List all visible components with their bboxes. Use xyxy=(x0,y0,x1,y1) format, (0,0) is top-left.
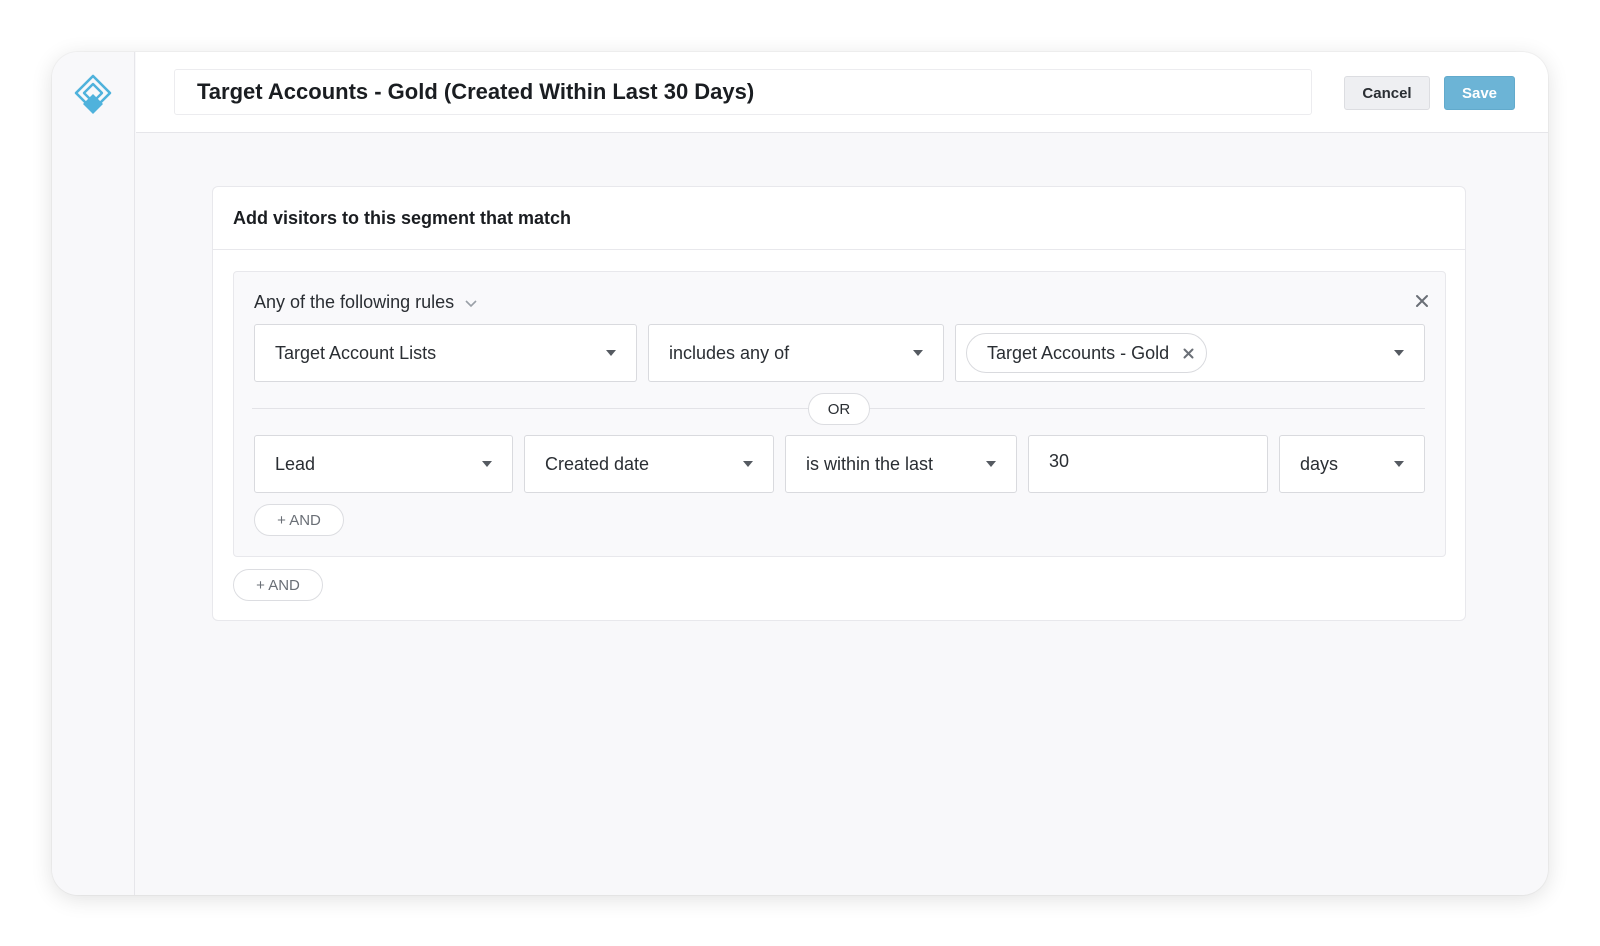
segment-title-text: Target Accounts - Gold (Created Within L… xyxy=(197,79,755,104)
diamond-logo-icon[interactable] xyxy=(73,73,113,117)
selected-tag: Target Accounts - Gold xyxy=(966,333,1208,373)
top-bar: Target Accounts - Gold (Created Within L… xyxy=(136,52,1548,133)
match-mode-label: Any of the following rules xyxy=(254,292,455,312)
rule2-value-text: 30 xyxy=(1049,451,1070,471)
sidebar xyxy=(52,52,135,895)
caret-down-icon xyxy=(606,350,616,356)
caret-down-icon xyxy=(1394,461,1404,467)
rule1-field-select[interactable]: Target Account Lists xyxy=(254,324,637,382)
rule2-unit-select[interactable]: days xyxy=(1279,435,1425,493)
caret-down-icon xyxy=(913,350,923,356)
rule1-operator-value: includes any of xyxy=(669,342,790,363)
rule2-operator-select[interactable]: is within the last xyxy=(785,435,1017,493)
save-button[interactable]: Save xyxy=(1444,76,1515,110)
rule2-field-value: Created date xyxy=(545,453,650,474)
or-pill[interactable]: OR xyxy=(808,393,870,425)
rule2-field-select[interactable]: Created date xyxy=(524,435,774,493)
caret-down-icon xyxy=(986,461,996,467)
rule1-field-value: Target Account Lists xyxy=(275,342,437,363)
rule2-unit-value: days xyxy=(1300,453,1339,474)
segment-title-input[interactable]: Target Accounts - Gold (Created Within L… xyxy=(174,69,1312,115)
match-mode-selector[interactable]: Any of the following rules xyxy=(254,292,478,313)
caret-down-icon xyxy=(482,461,492,467)
rule2-object-value: Lead xyxy=(275,453,316,474)
panel-heading: Add visitors to this segment that match xyxy=(213,187,1465,250)
selected-tag-label: Target Accounts - Gold xyxy=(987,342,1170,363)
rule1-operator-select[interactable]: includes any of xyxy=(648,324,944,382)
chevron-down-icon xyxy=(465,299,477,307)
rule1-value-multiselect[interactable]: Target Accounts - Gold xyxy=(955,324,1425,382)
segment-rules-panel: Add visitors to this segment that match … xyxy=(212,186,1466,621)
group-add-and-button[interactable]: + AND xyxy=(254,504,344,536)
rule2-object-select[interactable]: Lead xyxy=(254,435,513,493)
caret-down-icon xyxy=(743,461,753,467)
close-icon[interactable] xyxy=(1183,348,1194,359)
rule-group: Any of the following rules Target Accoun… xyxy=(233,271,1446,557)
caret-down-icon xyxy=(1394,350,1404,356)
close-icon[interactable] xyxy=(1415,294,1429,308)
rule2-value-input[interactable]: 30 xyxy=(1028,435,1268,493)
cancel-button[interactable]: Cancel xyxy=(1344,76,1430,110)
rule2-operator-value: is within the last xyxy=(806,453,934,474)
panel-add-and-button[interactable]: + AND xyxy=(233,569,323,601)
